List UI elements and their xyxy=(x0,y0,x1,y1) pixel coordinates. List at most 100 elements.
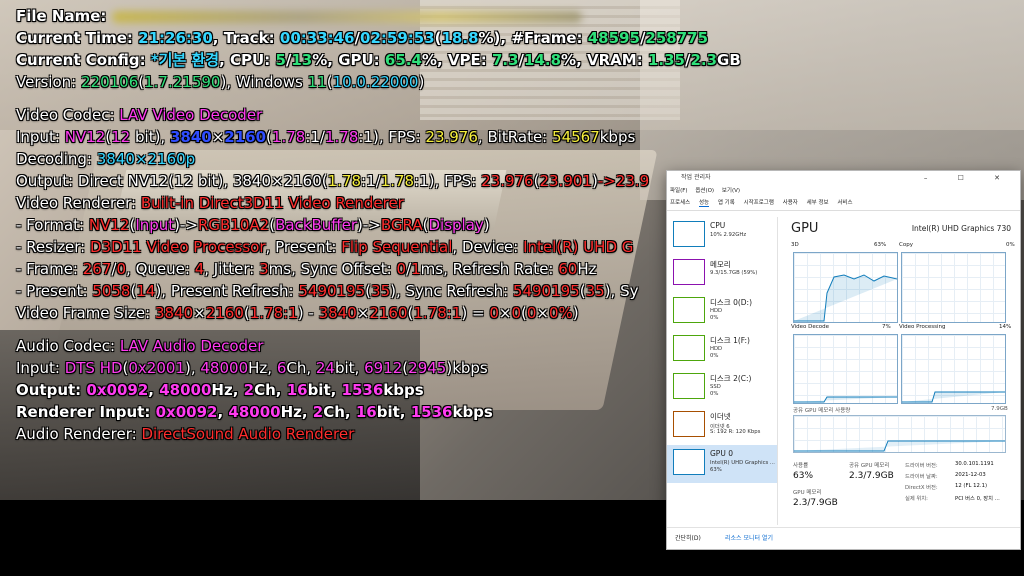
resource-thumbnail xyxy=(673,297,705,323)
audio-codec-label: Audio Codec: xyxy=(16,337,116,355)
task-manager-window[interactable]: 작업 관리자 – ☐ ✕ 파일(F) 옵션(O) 보기(V) 프로세스 성능 앱… xyxy=(666,170,1021,550)
resource-thumbnail xyxy=(673,335,705,361)
open-resource-monitor-link[interactable]: 리소스 모니터 열기 xyxy=(725,528,773,549)
resizer-row: - Resizer: D3D11 Video Processor, Presen… xyxy=(16,238,634,256)
graph-video-processing-label[interactable]: Video Processing xyxy=(899,324,946,330)
menu-options[interactable]: 옵션(O) xyxy=(695,188,714,194)
gpu-label: GPU: xyxy=(338,51,380,69)
frame-size-label: Video Frame Size: xyxy=(16,304,151,322)
tab-details[interactable]: 세부 정보 xyxy=(807,200,829,206)
frame-stats-label: - Frame: xyxy=(16,260,78,278)
fewer-details-button[interactable]: 간단히(D) xyxy=(675,528,701,549)
gpu-heading: GPU xyxy=(791,221,819,236)
menu-bar: 파일(F) 옵션(O) 보기(V) xyxy=(667,185,1020,197)
jitter-value: 3 xyxy=(259,260,269,278)
audio-codec-row: Audio Codec: LAV Audio Decoder xyxy=(16,335,741,357)
os-name: Windows xyxy=(235,73,303,91)
graph-copy-pct: 0% xyxy=(1006,242,1015,248)
menu-file[interactable]: 파일(F) xyxy=(670,188,688,194)
gpu-model: Intel(R) UHD Graphics 730 xyxy=(911,224,1011,233)
audio-renderer-row: Audio Renderer: DirectSound Audio Render… xyxy=(16,423,741,445)
tab-performance[interactable]: 성능 xyxy=(699,200,710,207)
tab-processes[interactable]: 프로세스 xyxy=(670,200,690,206)
graph-shared-memory xyxy=(793,415,1006,453)
resource-detail-2: 0% xyxy=(710,315,719,321)
driver-version: 30.0.101.1191 xyxy=(955,461,994,467)
resource-item[interactable]: 디스크 1(F:) HDD 0% xyxy=(667,331,777,369)
window-controls[interactable]: – ☐ ✕ xyxy=(924,171,1014,185)
renderer-input-bits: 16 xyxy=(355,403,377,421)
refresh-rate: 60 xyxy=(558,260,578,278)
resource-item[interactable]: 디스크 2(C:) SSD 0% xyxy=(667,369,777,407)
version-label: Version: xyxy=(16,73,77,91)
decoding-label: Decoding: xyxy=(16,150,92,168)
video-output-label: Output: Direct NV12(12 bit), 3840×2160( xyxy=(16,172,328,190)
vpe-usage: 7.3 xyxy=(491,51,519,69)
audio-input-bitrate-2: 2945 xyxy=(408,359,447,377)
resource-item[interactable]: 메모리 9.3/15.7GB (59%) xyxy=(667,255,777,293)
gpu-detail-panel: GPU Intel(R) UHD Graphics 730 3D 63% Cop… xyxy=(779,217,1019,525)
graph-copy-label[interactable]: Copy xyxy=(899,242,913,248)
frame-h2: 2160 xyxy=(369,304,408,322)
graph-video-decode-line xyxy=(794,396,897,403)
graph-copy xyxy=(901,252,1006,323)
video-input-row: Input: NV12(12 bit), 3840×2160(1.78:1/1.… xyxy=(16,128,636,146)
os-build: 10.0.22000 xyxy=(332,73,419,91)
resource-item[interactable]: GPU 0 Intel(R) UHD Graphics ... 63% xyxy=(667,445,777,483)
config-row: Current Config: *기본 환경, CPU: 5/13%, GPU:… xyxy=(16,51,741,69)
resource-item[interactable]: 디스크 0(D:) HDD 0% xyxy=(667,293,777,331)
video-codec-label: Video Codec: xyxy=(16,106,115,124)
renderer-input-rate: 48000 xyxy=(228,403,281,421)
hz-unit: Hz xyxy=(577,260,597,278)
kbps-unit: kbps xyxy=(452,403,493,421)
directx-version: 12 (FL 12.1) xyxy=(955,483,988,489)
shared-memory-graph-label: 공유 GPU 메모리 사용량 xyxy=(793,408,851,414)
physical-location: PCI 버스 0, 장치 ... xyxy=(955,496,1000,502)
resource-thumbnail xyxy=(673,259,705,285)
video-renderer-value: Built-in Direct3D11 Video Renderer xyxy=(140,194,404,212)
queue-label: Queue: xyxy=(135,260,190,278)
resource-detail: HDD xyxy=(710,346,723,352)
format-backbuffer-tag: BackBuffer xyxy=(275,216,358,234)
sync-refresh-2: 35 xyxy=(585,282,605,300)
tab-app-history[interactable]: 앱 기록 xyxy=(718,200,735,206)
task-manager-titlebar[interactable]: 작업 관리자 – ☐ ✕ xyxy=(667,171,1020,185)
frame-repeated: 0 xyxy=(116,260,127,278)
tab-bar: 프로세스 성능 앱 기록 시작프로그램 사용자 세부 정보 서비스 xyxy=(667,197,1020,211)
frame-h1: 2160 xyxy=(205,304,244,322)
task-manager-title: 작업 관리자 xyxy=(681,174,711,181)
frame-diff-3: 0 xyxy=(526,304,537,322)
tab-services[interactable]: 서비스 xyxy=(837,200,852,206)
audio-input-format: DTS HD xyxy=(64,359,123,377)
graph-3d-label[interactable]: 3D xyxy=(791,242,799,248)
sync-refresh: 5490195 xyxy=(512,282,580,300)
renderer-input-label: Renderer Input: xyxy=(16,403,151,421)
aspect-1: 1.78 xyxy=(271,128,306,146)
resource-item[interactable]: CPU 10% 2.92GHz xyxy=(667,217,777,255)
frame-diff-2: 0 xyxy=(511,304,522,322)
audio-input-channels: 6 xyxy=(276,359,287,377)
present-tail: Sy xyxy=(620,282,639,300)
tab-users[interactable]: 사용자 xyxy=(783,200,798,206)
tab-startup[interactable]: 시작프로그램 xyxy=(744,200,774,206)
resource-name: 디스크 2(C:) xyxy=(710,374,752,383)
ch-unit: Ch, xyxy=(323,403,351,421)
track-percent: 18.8 xyxy=(441,29,479,47)
present-refresh-label: Present Refresh: xyxy=(170,282,294,300)
aspect-2: 1.78 xyxy=(324,128,359,146)
graph-video-decode-label[interactable]: Video Decode xyxy=(791,324,829,330)
resource-item[interactable]: 이더넷 이더넷 6 S: 192 R: 120 Kbps xyxy=(667,407,777,445)
format-input: NV12 xyxy=(88,216,130,234)
track-position: 00:33:46 xyxy=(279,29,355,47)
resource-thumbnail xyxy=(673,449,705,475)
menu-view[interactable]: 보기(V) xyxy=(722,188,740,194)
renderer-input-row: Renderer Input: 0x0092, 48000Hz, 2Ch, 16… xyxy=(16,403,493,421)
resource-detail: HDD xyxy=(710,308,723,314)
resource-detail-2: 0% xyxy=(710,353,719,359)
track-label: Track: xyxy=(223,29,275,47)
resource-detail-2: S: 192 R: 120 Kbps xyxy=(710,429,761,435)
graph-3d-pct: 63% xyxy=(874,242,887,248)
graph-3d-line xyxy=(794,274,898,322)
os-version: 11 xyxy=(307,73,327,91)
video-input-label: Input: xyxy=(16,128,60,146)
